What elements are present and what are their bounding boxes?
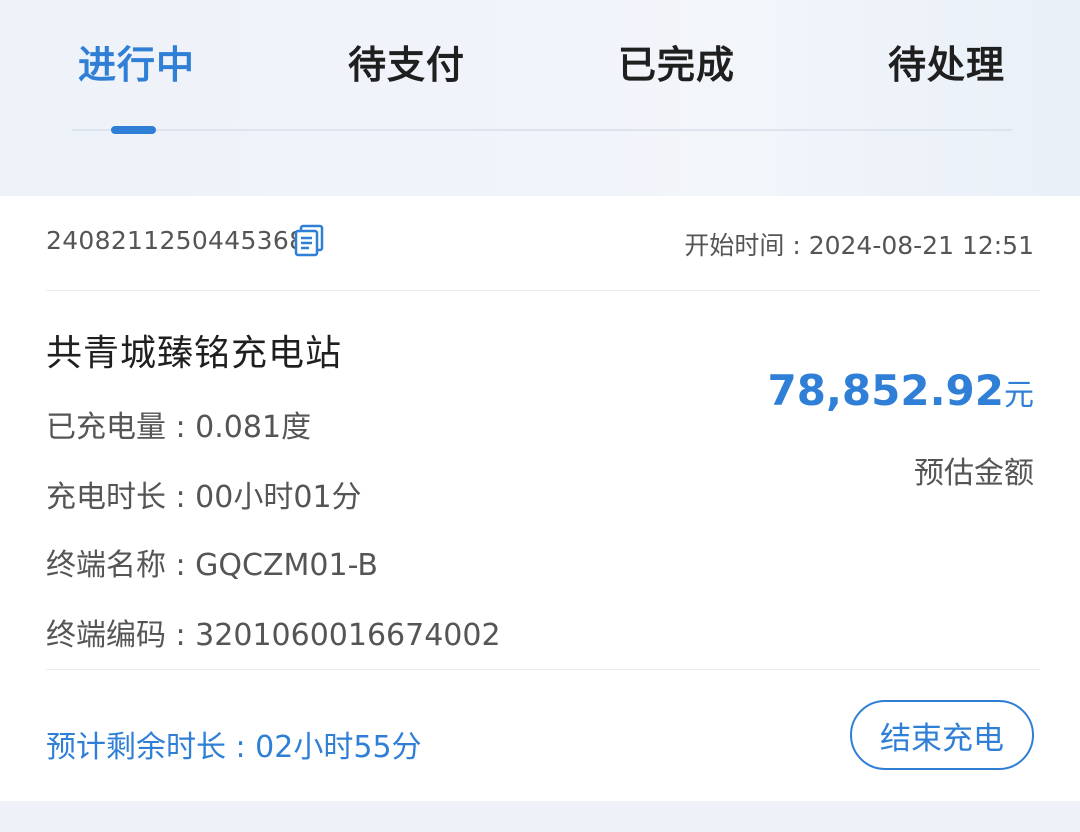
- charging-order-card: 2408211250445368 开始时间 : 2024-08-21 12:51…: [0, 196, 1080, 801]
- terminal-code: 终端编码 : 3201060016674002: [46, 618, 501, 653]
- station-name: 共青城臻铭充电站: [46, 333, 343, 374]
- tab-pending-payment[interactable]: 待支付: [348, 34, 465, 89]
- remaining-time: 预计剩余时长 : 02小时55分: [46, 730, 422, 765]
- top-area: 进行中 待支付 已完成 待处理: [0, 0, 1080, 196]
- divider: [46, 669, 1040, 670]
- amount-value: 78,852.92: [767, 366, 1004, 415]
- active-tab-indicator: [111, 126, 156, 134]
- start-time: 开始时间 : 2024-08-21 12:51: [684, 231, 1034, 260]
- tab-completed[interactable]: 已完成: [618, 34, 735, 89]
- estimated-amount: 78,852.92元: [768, 366, 1034, 415]
- order-number: 2408211250445368: [46, 226, 306, 255]
- terminal-name: 终端名称 : GQCZM01-B: [46, 548, 378, 583]
- tab-track: [72, 129, 1012, 131]
- charging-duration: 充电时长 : 00小时01分: [46, 480, 362, 515]
- charged-energy: 已充电量 : 0.081度: [46, 410, 312, 445]
- divider: [46, 290, 1040, 291]
- copy-icon[interactable]: [292, 222, 328, 258]
- order-status-tabs: 进行中 待支付 已完成 待处理: [0, 0, 1080, 120]
- tab-pending-processing[interactable]: 待处理: [888, 34, 1005, 89]
- amount-label: 预估金额: [914, 456, 1034, 491]
- tab-in-progress[interactable]: 进行中: [78, 34, 195, 89]
- amount-unit: 元: [1004, 378, 1034, 413]
- end-charging-button[interactable]: 结束充电: [850, 700, 1034, 770]
